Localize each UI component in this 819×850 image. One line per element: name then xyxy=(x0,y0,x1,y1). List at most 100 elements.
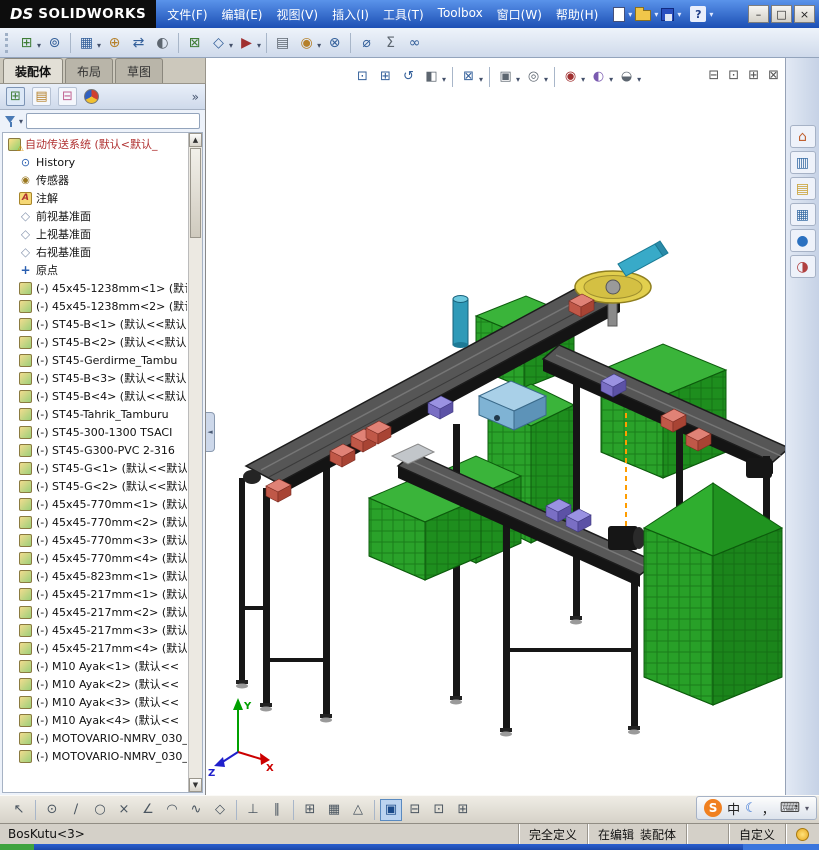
reference-geometry-icon[interactable]: ◇ xyxy=(207,31,230,54)
motion-caret-icon[interactable]: ▾ xyxy=(257,41,261,50)
view-split-horizontal-icon[interactable]: ⊟ xyxy=(404,799,426,821)
property-manager-icon[interactable]: ▤ xyxy=(32,87,51,106)
sketch-spline-icon[interactable]: ∿ xyxy=(185,799,207,821)
open-caret-icon[interactable]: ▾ xyxy=(654,10,658,19)
help-icon[interactable]: ? xyxy=(690,6,707,22)
tree-item[interactable]: (-) MOTOVARIO-NMRV_030_ xyxy=(5,747,187,765)
ime-menu-caret-icon[interactable]: ▾ xyxy=(805,804,809,813)
scroll-track[interactable] xyxy=(189,239,202,778)
view-palette-icon[interactable]: ● xyxy=(789,229,816,252)
show-hidden-components-icon[interactable]: ◐ xyxy=(151,31,174,54)
doc-restore-icon[interactable]: ⊡ xyxy=(728,68,739,83)
tree-item[interactable]: 上视基准面 xyxy=(5,225,187,243)
tree-item[interactable]: (-) 45x45-823mm<1> (默认 xyxy=(5,567,187,585)
tree-item[interactable]: (-) MOTOVARIO-NMRV_030_ xyxy=(5,729,187,747)
doc-close-icon[interactable]: ⊠ xyxy=(768,68,779,83)
constraint-parallel-icon[interactable]: ∥ xyxy=(266,799,288,821)
tree-item[interactable]: (-) ST45-B<3> (默认<<默认 xyxy=(5,369,187,387)
doc-maximize-icon[interactable]: ⊞ xyxy=(748,68,759,83)
solidworks-resources-icon[interactable]: ▥ xyxy=(789,151,816,174)
ime-logo-icon[interactable]: S xyxy=(704,799,723,817)
scroll-down-icon[interactable]: ▼ xyxy=(189,778,202,792)
tree-item[interactable]: (-) ST45-G300-PVC 2-316 xyxy=(5,441,187,459)
new-document-icon[interactable] xyxy=(613,6,626,22)
exploded-caret-icon[interactable]: ▾ xyxy=(317,41,321,50)
filter-icon[interactable] xyxy=(5,115,16,128)
view-orientation-icon[interactable]: ⊠ xyxy=(458,66,479,87)
tree-item[interactable]: (-) M10 Ayak<4> (默认<< xyxy=(5,711,187,729)
insert-component-caret-icon[interactable]: ▾ xyxy=(37,41,41,50)
home-icon[interactable]: ⌂ xyxy=(789,125,816,148)
scroll-up-icon[interactable]: ▲ xyxy=(189,133,202,147)
tree-item[interactable]: (-) ST45-G<1> (默认<<默认 xyxy=(5,459,187,477)
constraint-perpendicular-icon[interactable]: ⊥ xyxy=(242,799,264,821)
tree-item[interactable]: (-) ST45-B<4> (默认<<默认 xyxy=(5,387,187,405)
zoom-to-fit-icon[interactable]: ⊡ xyxy=(352,66,373,87)
tab-assembly[interactable]: 装配体 xyxy=(3,58,64,83)
tab-sketch[interactable]: 草图 xyxy=(115,58,164,83)
exploded-view-icon[interactable]: ◉ xyxy=(295,31,318,54)
tree-scrollbar[interactable]: ▲ ▼ xyxy=(188,133,202,792)
menu-tools[interactable]: 工具(T) xyxy=(376,3,431,26)
bill-of-materials-icon[interactable]: ▤ xyxy=(271,31,294,54)
new-motion-study-icon[interactable]: ▶ xyxy=(235,31,258,54)
pattern-caret-icon[interactable]: ▾ xyxy=(97,41,101,50)
minimize-button[interactable]: – xyxy=(748,5,769,23)
snap-icon[interactable]: ▦ xyxy=(323,799,345,821)
display-manager-icon[interactable] xyxy=(84,89,99,104)
save-icon[interactable] xyxy=(661,7,675,21)
panel-collapse-button[interactable]: ◄ xyxy=(206,412,215,452)
design-library-icon[interactable]: ▤ xyxy=(789,177,816,200)
tree-item[interactable]: (-) 45x45-217mm<3> (默认 xyxy=(5,621,187,639)
tree-item[interactable]: (-) ST45-G<2> (默认<<默认 xyxy=(5,477,187,495)
ime-softkeyboard-icon[interactable]: ⌨ xyxy=(780,800,800,816)
simulation-advisor-icon[interactable]: ∞ xyxy=(403,31,426,54)
panel-overflow-chevron[interactable]: » xyxy=(192,90,199,104)
sketch-circle-icon[interactable]: ○ xyxy=(89,799,111,821)
measure-icon[interactable]: ⌀ xyxy=(355,31,378,54)
linear-component-pattern-icon[interactable]: ▦ xyxy=(75,31,98,54)
display-style-caret-icon[interactable]: ▾ xyxy=(516,75,520,84)
insert-component-icon[interactable]: ⊞ xyxy=(15,31,38,54)
menu-edit[interactable]: 编辑(E) xyxy=(215,3,270,26)
shaded-sketch-icon[interactable]: △ xyxy=(347,799,369,821)
edit-appearance-icon[interactable]: ◉ xyxy=(560,66,581,87)
assembly-features-icon[interactable]: ⊠ xyxy=(183,31,206,54)
scroll-thumb[interactable] xyxy=(190,148,201,238)
maximize-button[interactable]: □ xyxy=(771,5,792,23)
tree-item[interactable]: (-) ST45-Tahrik_Tamburu xyxy=(5,405,187,423)
menu-file[interactable]: 文件(F) xyxy=(160,3,214,26)
orientation-caret-icon[interactable]: ▾ xyxy=(479,75,483,84)
ime-punctuation-toggle[interactable]: ， xyxy=(762,799,775,818)
move-component-icon[interactable]: ⇄ xyxy=(127,31,150,54)
status-custom-label[interactable]: 自定义 xyxy=(727,824,785,844)
tree-item[interactable]: (-) 45x45-1238mm<1> (默认 xyxy=(5,279,187,297)
tree-item[interactable]: (-) ST45-B<2> (默认<<默认 xyxy=(5,333,187,351)
section-view-icon[interactable]: ◧ xyxy=(421,66,442,87)
menu-toolbox[interactable]: Toolbox xyxy=(431,3,490,26)
tree-item[interactable]: (-) 45x45-1238mm<2> (默认 xyxy=(5,297,187,315)
tree-item[interactable]: (-) 45x45-770mm<2> (默认 xyxy=(5,513,187,531)
ime-fullwidth-moon-icon[interactable]: ☾ xyxy=(745,801,757,816)
tree-item[interactable]: (-) 45x45-217mm<1> (默认 xyxy=(5,585,187,603)
tree-item[interactable]: 传感器 xyxy=(5,171,187,189)
tree-item[interactable]: 原点 xyxy=(5,261,187,279)
sketch-line-icon[interactable]: ∕ xyxy=(65,799,87,821)
sketch-angle-icon[interactable]: ∠ xyxy=(137,799,159,821)
tree-item-root[interactable]: 自动传送系统 (默认<默认_ xyxy=(5,135,187,153)
crate-front-large[interactable] xyxy=(642,482,784,706)
refgeo-caret-icon[interactable]: ▾ xyxy=(229,41,233,50)
section-caret-icon[interactable]: ▾ xyxy=(442,75,446,84)
mate-icon[interactable]: ⊚ xyxy=(43,31,66,54)
tree-item[interactable]: (-) 45x45-217mm<4> (默认 xyxy=(5,639,187,657)
tree-item[interactable]: (-) ST45-Gerdirme_Tambu xyxy=(5,351,187,369)
mass-properties-icon[interactable]: Σ xyxy=(379,31,402,54)
help-caret-icon[interactable]: ▾ xyxy=(709,10,713,19)
tree-item[interactable]: 右视基准面 xyxy=(5,243,187,261)
ime-lang-toggle[interactable]: 中 xyxy=(727,799,740,818)
view-four-icon[interactable]: ⊞ xyxy=(452,799,474,821)
menu-insert[interactable]: 插入(I) xyxy=(325,3,376,26)
grid-icon[interactable]: ⊞ xyxy=(299,799,321,821)
menu-view[interactable]: 视图(V) xyxy=(269,3,325,26)
tree-item[interactable]: History xyxy=(5,153,187,171)
